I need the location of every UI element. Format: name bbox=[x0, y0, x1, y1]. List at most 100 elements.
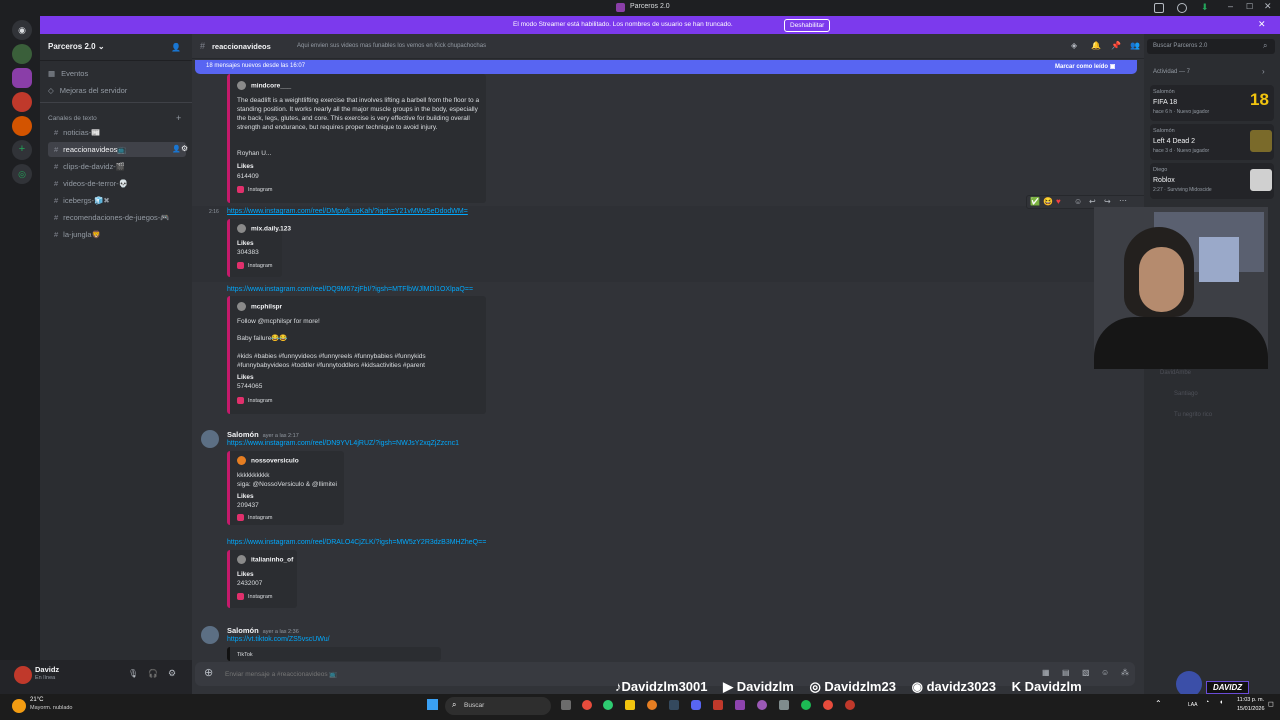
activity-card[interactable]: Salomón Left 4 Dead 2 hace 3 d · Nuevo j… bbox=[1150, 124, 1274, 160]
server-icon-active[interactable] bbox=[12, 68, 32, 88]
category-header[interactable]: Canales de texto bbox=[48, 115, 97, 122]
channel-terror[interactable]: # videos-de-terror-💀 bbox=[48, 176, 186, 191]
activity-card[interactable]: Diego Roblox 2:27 · Surviving Midoscide bbox=[1150, 163, 1274, 199]
channel-icebergs[interactable]: # icebergs-🧊✖ bbox=[48, 193, 186, 208]
sticker-icon[interactable]: ▧ bbox=[1082, 668, 1090, 677]
taskview-icon[interactable] bbox=[561, 700, 571, 710]
activity-card[interactable]: Salomón FIFA 18 hace 6 h · Nuevo jugador… bbox=[1150, 85, 1274, 121]
nav-events[interactable]: ▦ Eventos bbox=[48, 69, 88, 78]
app-icon[interactable] bbox=[845, 700, 855, 710]
close-window-icon[interactable]: ✕ bbox=[1264, 1, 1272, 12]
disable-streamer-button[interactable]: Deshabilitar bbox=[784, 19, 831, 32]
chevron-right-icon[interactable]: › bbox=[1262, 67, 1265, 76]
message-link[interactable]: https://www.instagram.com/reel/DMpwfLuoK… bbox=[227, 208, 468, 215]
headphones-icon[interactable]: 🎧 bbox=[148, 669, 158, 678]
app-icon[interactable] bbox=[713, 700, 723, 710]
download-icon[interactable]: ⬇ bbox=[1201, 2, 1209, 13]
nav-boosts[interactable]: ◇ Mejoras del servidor bbox=[48, 86, 127, 95]
message-link[interactable]: https://www.instagram.com/reel/DRALO4CjZ… bbox=[227, 539, 486, 546]
tray-chevron-icon[interactable]: ⌃ bbox=[1155, 699, 1162, 708]
add-member-icon[interactable]: 👤 bbox=[171, 43, 181, 52]
minimize-icon[interactable]: – bbox=[1228, 1, 1233, 11]
app-icon[interactable] bbox=[582, 700, 592, 710]
bell-icon[interactable]: 🔔 bbox=[1091, 41, 1101, 50]
add-channel-icon[interactable]: + bbox=[176, 113, 181, 123]
message-row[interactable]: 2:16 https://www.instagram.com/reel/DMpw… bbox=[192, 195, 1148, 282]
discord-home-icon[interactable]: ◉ bbox=[12, 20, 32, 40]
channel-recomendaciones[interactable]: # recomendaciones-de-juegos-🎮 bbox=[48, 210, 186, 225]
embed-author[interactable]: italianinho_of bbox=[237, 555, 293, 564]
server-icon[interactable] bbox=[12, 44, 32, 64]
weather-icon[interactable] bbox=[12, 699, 26, 713]
message-link[interactable]: https://www.instagram.com/reel/DN9YVL4jR… bbox=[227, 440, 459, 447]
close-icon[interactable]: ✕ bbox=[1258, 19, 1266, 30]
app-icon[interactable] bbox=[669, 700, 679, 710]
server-icon[interactable] bbox=[12, 116, 32, 136]
app-icon[interactable] bbox=[647, 700, 657, 710]
gif-icon[interactable]: ▤ bbox=[1062, 668, 1070, 677]
mark-read-button[interactable]: Marcar como leído ▣ bbox=[1055, 63, 1115, 70]
embed-author[interactable]: nossoversiculo bbox=[237, 456, 299, 465]
gift-icon[interactable]: ▦ bbox=[1042, 668, 1050, 677]
server-name[interactable]: Parceros 2.0 ⌄ bbox=[48, 42, 105, 51]
add-server-icon[interactable]: + bbox=[12, 140, 32, 160]
help-icon[interactable] bbox=[1177, 3, 1187, 13]
add-reaction-icon[interactable]: ☺ bbox=[1074, 197, 1082, 206]
embed-title[interactable]: TikTok bbox=[237, 652, 253, 658]
channel-reaccionavideos[interactable]: # reaccionavideos📺 👤 ⚙ bbox=[48, 142, 188, 157]
message-author[interactable]: Salomón ayer a las 2:17 bbox=[227, 430, 299, 439]
volume-icon[interactable]: ◖ bbox=[1219, 699, 1223, 706]
member-faded[interactable]: DavidAmbe bbox=[1160, 370, 1191, 376]
invite-icon[interactable]: 👤 bbox=[172, 145, 181, 153]
inbox-icon[interactable] bbox=[1154, 3, 1164, 13]
avatar[interactable] bbox=[14, 666, 32, 684]
file-explorer-icon[interactable] bbox=[625, 700, 635, 710]
member-faded[interactable]: Santiago bbox=[1174, 391, 1198, 397]
channel-topic[interactable]: Aqui envien sus videos mas funables los … bbox=[297, 43, 486, 49]
channel-clips[interactable]: # clips-de-davidz-🎬 bbox=[48, 159, 186, 174]
language-indicator[interactable]: LAA bbox=[1188, 702, 1197, 708]
channel-noticias[interactable]: # noticias-📰 bbox=[48, 125, 186, 140]
server-icon[interactable] bbox=[12, 92, 32, 112]
obs-icon[interactable] bbox=[757, 700, 767, 710]
maximize-icon[interactable]: ☐ bbox=[1246, 2, 1253, 11]
app-icon[interactable] bbox=[603, 700, 613, 710]
embed-author[interactable]: mix.daily.123 bbox=[237, 224, 291, 233]
emoji-reaction-icon[interactable]: 😆 bbox=[1043, 197, 1053, 206]
pin-icon[interactable]: 📌 bbox=[1111, 41, 1121, 50]
forward-icon[interactable]: ↪ bbox=[1104, 197, 1111, 206]
search-box[interactable]: Buscar Parceros 2.0 ⌕ bbox=[1147, 39, 1275, 54]
settings-icon[interactable]: ⚙ bbox=[168, 668, 176, 679]
message-author[interactable]: Salomón ayer a las 2:36 bbox=[227, 626, 299, 635]
app-icon[interactable] bbox=[823, 700, 833, 710]
more-icon[interactable]: ⋯ bbox=[1119, 196, 1127, 205]
emoji-icon[interactable]: ☺ bbox=[1101, 668, 1109, 677]
clock-date[interactable]: 15/01/2026 bbox=[1237, 706, 1265, 712]
notifications-icon[interactable]: ◻ bbox=[1268, 700, 1274, 708]
explore-icon[interactable]: ◎ bbox=[12, 164, 32, 184]
attach-icon[interactable]: ⊕ bbox=[204, 666, 213, 679]
message-link[interactable]: https://www.instagram.com/reel/DQ9M67zjF… bbox=[227, 286, 473, 293]
embed-author[interactable]: mcphilspr bbox=[237, 302, 282, 311]
channel-la-jungla[interactable]: # la-jungla🦁 bbox=[48, 227, 186, 242]
discord-taskbar-icon[interactable] bbox=[691, 700, 701, 710]
clock-time[interactable]: 11:03 p. m. bbox=[1237, 697, 1264, 703]
wifi-icon[interactable]: ◔ bbox=[1205, 699, 1209, 706]
app-icon[interactable] bbox=[735, 700, 745, 710]
avatar[interactable] bbox=[201, 626, 219, 644]
threads-icon[interactable]: ◈ bbox=[1071, 41, 1077, 50]
windows-start-icon[interactable] bbox=[427, 699, 438, 710]
spotify-icon[interactable] bbox=[801, 700, 811, 710]
heart-reaction-icon[interactable]: ♥ bbox=[1056, 197, 1061, 206]
app-icon[interactable] bbox=[779, 700, 789, 710]
new-messages-bar[interactable]: 18 mensajes nuevos desde las 16:07 Marca… bbox=[195, 60, 1137, 74]
avatar[interactable] bbox=[201, 430, 219, 448]
member-faded[interactable]: Tu negrito rico bbox=[1174, 412, 1212, 418]
embed-author[interactable]: mindcore___ bbox=[237, 81, 291, 90]
taskbar-search[interactable]: ⌕ Buscar bbox=[445, 697, 551, 715]
member-list-icon[interactable]: 👥 bbox=[1130, 41, 1140, 50]
gear-icon[interactable]: ⚙ bbox=[181, 144, 188, 153]
message-link[interactable]: https://vt.tiktok.com/ZS5vscUWu/ bbox=[227, 636, 330, 643]
check-reaction-icon[interactable]: ✅ bbox=[1030, 197, 1040, 206]
apps-icon[interactable]: ⁂ bbox=[1121, 668, 1129, 677]
